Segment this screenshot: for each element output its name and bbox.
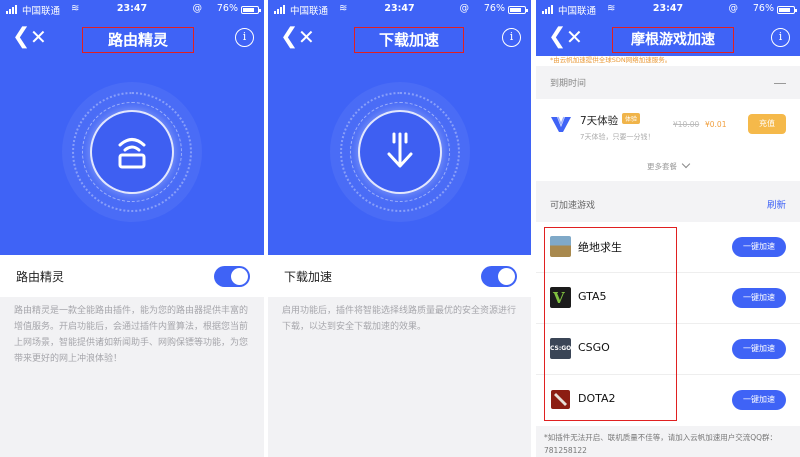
qq-group-footnote: *如插件无法开启、联机质量不佳等，请加入云帆加速用户交流QQ群：78125812… — [544, 433, 778, 455]
download-toggle-row: 下载加速 — [268, 255, 531, 297]
info-icon[interactable]: i — [502, 28, 521, 47]
accelerate-button[interactable]: 一键加速 — [732, 237, 786, 257]
download-icon — [387, 132, 413, 168]
download-panel: 中国联通 ≋ 23:47 @ 76% ❮ ✕ 下载加速 i 下载加速 启用功能后… — [268, 0, 531, 457]
accelerate-button[interactable]: 一键加速 — [732, 288, 786, 308]
chevron-left-icon[interactable]: ❮ — [12, 26, 30, 48]
rotation-lock-icon: @ — [192, 3, 203, 14]
router-panel: 中国联通 ≋ 23:47 @ 76% ❮ ✕ 路由精灵 i 路由精灵 路由精灵是… — [0, 0, 264, 457]
game-accel-panel: 中国联通 ≋ 23:47 @ 76% ❮ ✕ 摩根游戏加速 i *由云帆加速提供… — [536, 0, 800, 457]
highlight-box — [544, 227, 677, 421]
close-icon[interactable]: ✕ — [566, 26, 583, 48]
router-toggle[interactable] — [214, 266, 250, 287]
router-hero: 中国联通 ≋ 23:47 @ 76% ❮ ✕ 路由精灵 i — [0, 0, 264, 255]
info-icon[interactable]: i — [235, 28, 254, 47]
plan-tag: 体验 — [622, 113, 641, 124]
page-title: 摩根游戏加速 — [612, 27, 734, 53]
battery-percent: 76% — [752, 3, 774, 14]
router-icon — [118, 138, 146, 169]
plan-new-price: ¥0.01 — [705, 120, 727, 129]
accelerate-button[interactable]: 一键加速 — [732, 390, 786, 410]
router-toggle-row: 路由精灵 — [0, 255, 264, 297]
status-bar: 中国联通 ≋ 23:47 @ 76% — [0, 0, 264, 20]
accelerate-button[interactable]: 一键加速 — [732, 339, 786, 359]
toggle-label: 下载加速 — [284, 270, 333, 284]
toggle-knob — [231, 268, 248, 285]
toggle-label: 路由精灵 — [16, 270, 65, 284]
status-bar: 中国联通 ≋ 23:47 @ 76% — [536, 0, 800, 20]
refresh-button[interactable]: 刷新 — [767, 197, 786, 211]
expire-value — [774, 83, 786, 84]
battery-icon — [777, 6, 797, 14]
game-header: 中国联通 ≋ 23:47 @ 76% ❮ ✕ 摩根游戏加速 i — [536, 0, 800, 60]
chevron-left-icon[interactable]: ❮ — [548, 26, 566, 48]
games-label: 可加速游戏 — [550, 201, 596, 211]
games-header: 可加速游戏 刷新 — [536, 188, 800, 220]
download-badge — [358, 110, 442, 194]
chevron-down-icon — [681, 159, 691, 169]
download-hero: 中国联通 ≋ 23:47 @ 76% ❮ ✕ 下载加速 i — [268, 0, 531, 255]
close-icon[interactable]: ✕ — [30, 26, 47, 48]
rotation-lock-icon: @ — [728, 3, 739, 14]
download-description: 启用功能后，插件将智能选择线路质量最优的安全资源进行下载，以达到安全下载加速的效… — [282, 306, 517, 332]
expire-row: 到期时间 — [536, 66, 800, 98]
rotation-lock-icon: @ — [459, 3, 470, 14]
battery-percent: 76% — [216, 3, 238, 14]
download-toggle[interactable] — [481, 266, 517, 287]
chevron-left-icon[interactable]: ❮ — [280, 26, 298, 48]
recharge-button[interactable]: 充值 — [748, 114, 786, 134]
battery-icon — [241, 6, 261, 14]
plan-old-price: ¥10.00 — [673, 120, 700, 129]
page-title: 路由精灵 — [82, 27, 194, 53]
router-badge — [90, 110, 174, 194]
yunfan-logo-icon — [551, 116, 571, 132]
nav-bar: ❮ ✕ 路由精灵 i — [0, 20, 264, 56]
plan-name: 7天体验 — [580, 115, 619, 127]
plan-subtitle: 7天体验，只要一分钱！ — [580, 133, 655, 141]
plan-card: 7天体验 体验 7天体验，只要一分钱！ ¥10.00 ¥0.01 充值 更多套餐 — [536, 99, 800, 181]
battery-percent: 76% — [483, 3, 505, 14]
router-description: 路由精灵是一款全能路由插件，能为您的路由器提供丰富的增值服务。开启功能后，会通过… — [14, 306, 249, 364]
status-bar: 中国联通 ≋ 23:47 @ 76% — [268, 0, 531, 20]
nav-bar: ❮ ✕ 下载加速 i — [268, 20, 531, 56]
battery-icon — [508, 6, 528, 14]
service-notice: *由云帆加速提供全球SDN网络加速服务。 — [536, 56, 800, 66]
info-icon[interactable]: i — [771, 28, 790, 47]
expire-label: 到期时间 — [550, 79, 587, 89]
toggle-knob — [498, 268, 515, 285]
page-title: 下载加速 — [354, 27, 464, 53]
close-icon[interactable]: ✕ — [298, 26, 315, 48]
more-plans-label: 更多套餐 — [647, 162, 677, 171]
more-plans-link[interactable]: 更多套餐 — [536, 159, 800, 172]
nav-bar: ❮ ✕ 摩根游戏加速 i — [536, 20, 800, 56]
